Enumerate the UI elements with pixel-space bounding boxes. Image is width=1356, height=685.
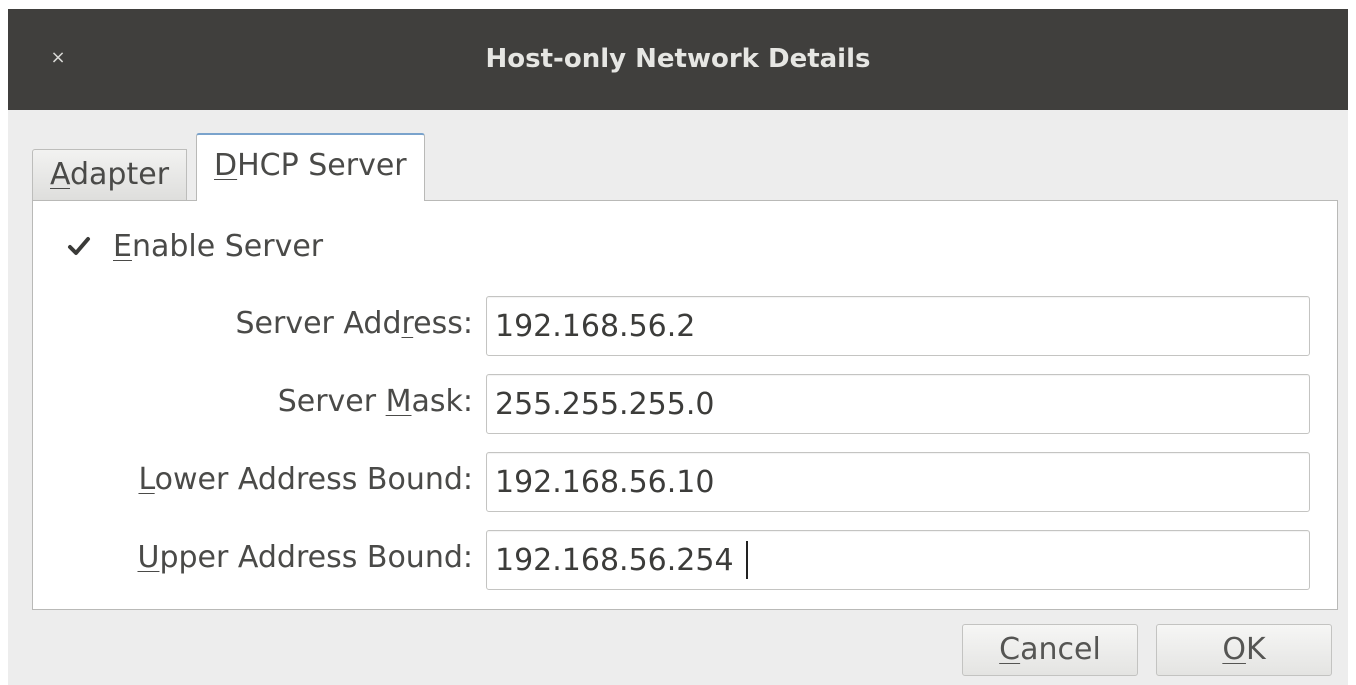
lower-bound-mnemonic: L [138, 462, 155, 497]
dialog-window: Host-only Network Details × Adapter DHCP… [8, 9, 1348, 685]
title-bar: Host-only Network Details × [8, 9, 1348, 110]
checkmark-icon[interactable] [65, 233, 93, 261]
tab-dhcp-mnemonic: D [214, 148, 238, 183]
server-address-label: Server Address: [33, 304, 473, 344]
dialog-title: Host-only Network Details [485, 44, 871, 74]
enable-server-label: Enable Server [113, 227, 323, 267]
enable-server-label-text: nable Server [131, 229, 324, 264]
tab-adapter[interactable]: Adapter [32, 149, 188, 201]
tab-dhcp-label: HCP Server [237, 148, 407, 183]
upper-address-bound-input[interactable] [486, 530, 1310, 590]
upper-address-bound-label: Upper Address Bound: [33, 538, 473, 578]
tab-adapter-label: dapter [70, 157, 170, 192]
server-mask-label-post: ask: [411, 384, 474, 419]
text-cursor [746, 541, 748, 579]
close-icon[interactable]: × [46, 46, 70, 70]
ok-label: K [1245, 632, 1266, 667]
server-mask-mnemonic: M [385, 384, 412, 419]
dhcp-server-panel: Enable Server Server Address: Server Mas… [32, 200, 1338, 610]
ok-button[interactable]: OK [1156, 624, 1332, 676]
server-address-label-post: ess: [413, 306, 473, 341]
upper-bound-mnemonic: U [137, 540, 160, 575]
lower-bound-label-post: ower Address Bound: [154, 462, 473, 497]
cancel-button[interactable]: Cancel [962, 624, 1138, 676]
upper-bound-label-post: pper Address Bound: [159, 540, 473, 575]
server-mask-label-pre: Server [277, 384, 386, 419]
lower-address-bound-label: Lower Address Bound: [33, 460, 473, 500]
ok-mnemonic: O [1222, 632, 1246, 667]
tab-adapter-mnemonic: A [50, 157, 70, 192]
server-address-label-pre: Server Add [235, 306, 402, 341]
cancel-label: ancel [1020, 632, 1101, 667]
server-address-mnemonic: r [401, 306, 414, 341]
server-address-input[interactable] [486, 296, 1310, 356]
server-mask-label: Server Mask: [33, 382, 473, 422]
cancel-mnemonic: C [999, 632, 1021, 667]
enable-server-mnemonic: E [113, 229, 132, 264]
tab-dhcp-server[interactable]: DHCP Server [196, 133, 425, 201]
lower-address-bound-input[interactable] [486, 452, 1310, 512]
server-mask-input[interactable] [486, 374, 1310, 434]
